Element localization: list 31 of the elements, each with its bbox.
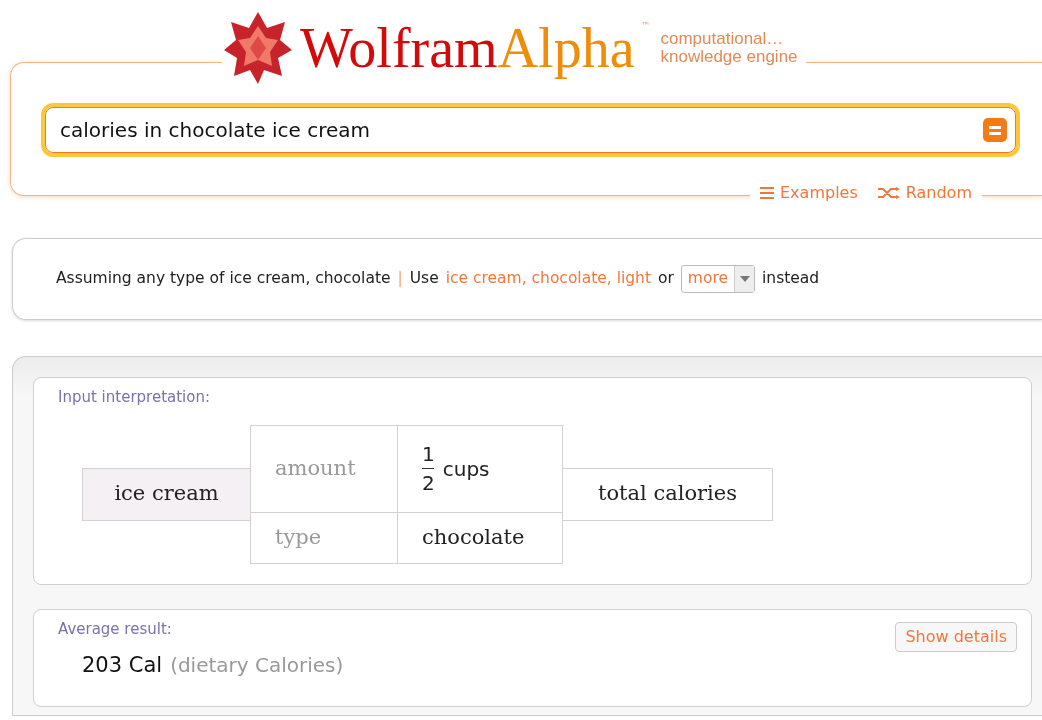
option-link[interactable]: ice cream, chocolate, light <box>445 267 651 291</box>
logo-text: Wolfram <box>300 20 498 76</box>
search-option-link[interactable]: Random <box>877 181 972 205</box>
assumption-text: Assuming any type of ice cream, chocolate <box>56 268 391 290</box>
result-value: 203 Cal <box>82 652 163 679</box>
assumption-text: instead <box>762 268 820 290</box>
star-logo-icon <box>222 10 294 86</box>
trademark-sign: ™ <box>640 19 651 33</box>
search-box[interactable]: calories in chocolate ice cream <box>45 107 1016 153</box>
show-details-button[interactable]: Show details <box>895 622 1017 652</box>
more-dropdown[interactable]: more <box>680 265 755 293</box>
list-icon <box>760 187 774 199</box>
pod-title: Input interpretation: <box>58 387 210 408</box>
tagline: knowledge engine <box>660 48 798 66</box>
table-cell: type <box>250 512 398 564</box>
fraction: 1 2 <box>422 444 435 493</box>
table-cell: ice cream <box>82 467 250 521</box>
caret-icon <box>739 276 750 282</box>
tagline: computational… <box>660 30 785 48</box>
pod-title: Average result: <box>58 619 172 640</box>
assumption-text: Use <box>409 268 439 290</box>
unit-note: (dietary Calories) <box>170 652 344 679</box>
separator: | <box>397 268 403 290</box>
table-cell: amount <box>250 424 398 513</box>
search-option-link[interactable]: Examples <box>760 181 858 205</box>
assumption-text: or <box>658 268 674 290</box>
submit-button[interactable] <box>983 118 1007 142</box>
shuffle-icon <box>877 187 900 199</box>
unit-text: cups <box>442 455 490 483</box>
table-cell: chocolate <box>398 512 563 564</box>
table-cell: total calories <box>563 467 773 521</box>
